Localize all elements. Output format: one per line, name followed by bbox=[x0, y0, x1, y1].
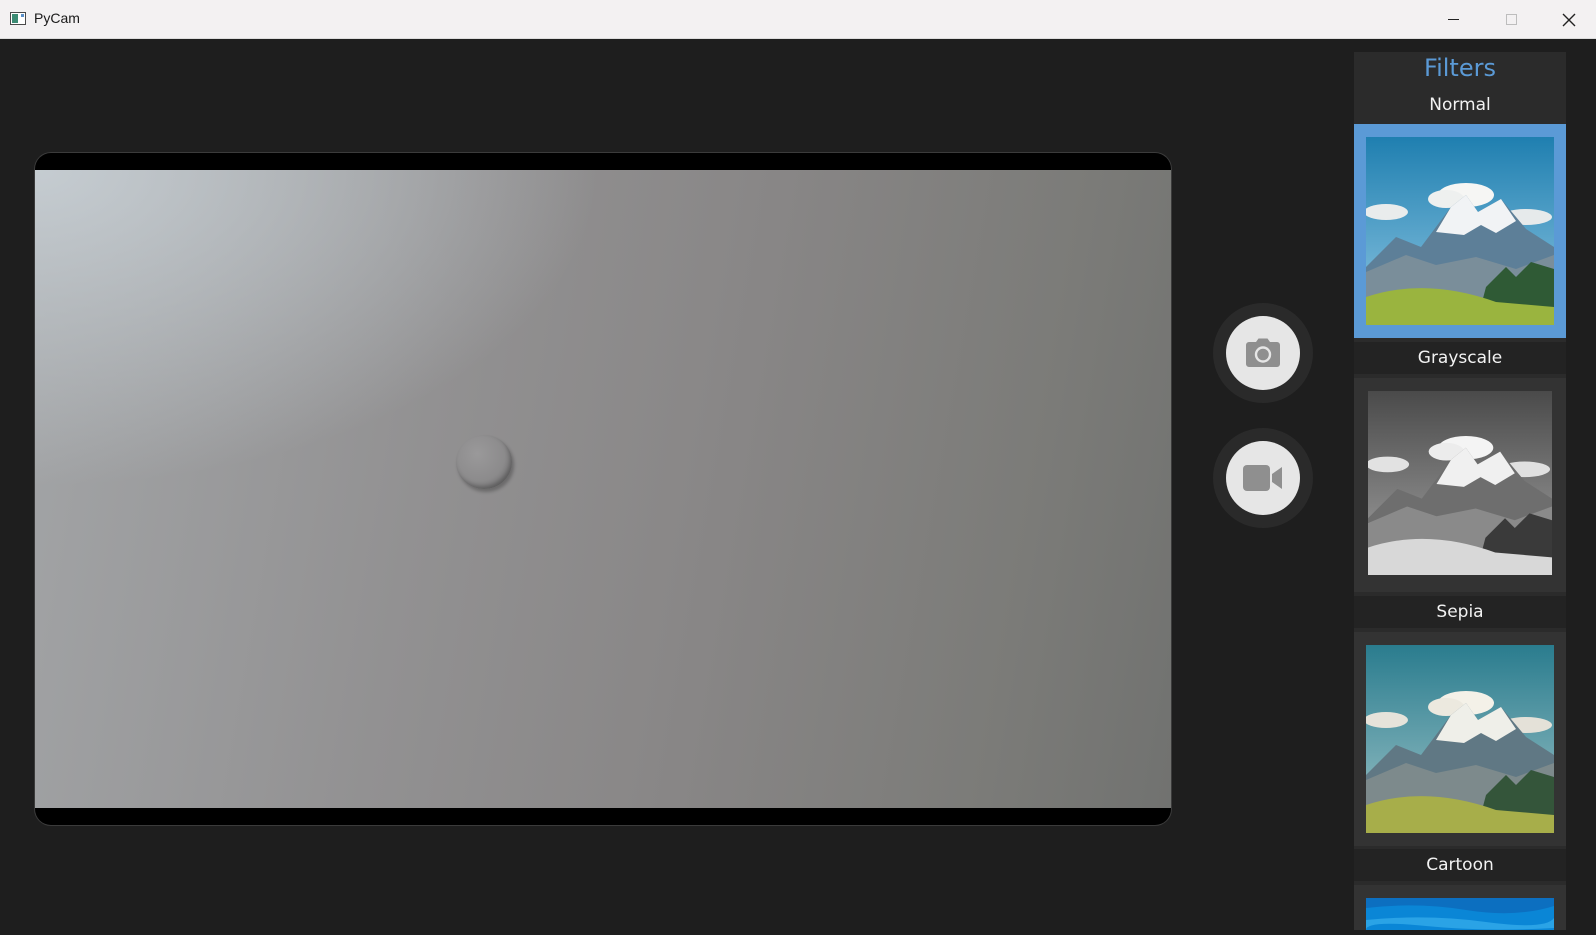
filter-sepia[interactable] bbox=[1354, 632, 1566, 846]
camera-feed bbox=[35, 170, 1171, 808]
minimize-icon bbox=[1447, 19, 1459, 20]
record-video-ring bbox=[1213, 428, 1313, 528]
maximize-button[interactable] bbox=[1482, 0, 1540, 39]
filter-label-grayscale: Grayscale bbox=[1354, 342, 1566, 374]
close-icon bbox=[1562, 13, 1576, 26]
app-icon bbox=[10, 12, 26, 25]
filter-thumbnail-sepia bbox=[1366, 645, 1554, 833]
filter-grayscale[interactable] bbox=[1354, 378, 1566, 592]
minimize-button[interactable] bbox=[1424, 0, 1482, 39]
filter-cartoon[interactable] bbox=[1354, 885, 1566, 930]
filter-thumbnail-cartoon bbox=[1366, 898, 1554, 930]
filter-thumbnail-grayscale bbox=[1368, 391, 1552, 575]
capture-photo-button[interactable] bbox=[1226, 316, 1300, 390]
maximize-icon bbox=[1505, 14, 1517, 25]
video-camera-icon bbox=[1243, 465, 1282, 491]
title-bar[interactable]: PyCam bbox=[0, 0, 1596, 39]
camera-preview bbox=[35, 153, 1171, 825]
filter-normal[interactable] bbox=[1354, 124, 1566, 338]
filter-label-sepia: Sepia bbox=[1354, 596, 1566, 628]
feed-object bbox=[456, 435, 512, 489]
filter-label-cartoon: Cartoon bbox=[1354, 849, 1566, 881]
record-video-button[interactable] bbox=[1226, 441, 1300, 515]
camera-icon bbox=[1246, 338, 1280, 367]
capture-photo-ring bbox=[1213, 303, 1313, 403]
filter-thumbnail-normal bbox=[1366, 137, 1554, 325]
window-title: PyCam bbox=[34, 10, 80, 26]
filters-panel[interactable]: Filters Normal Grayscale Sepia Cartoon bbox=[1354, 52, 1566, 930]
close-button[interactable] bbox=[1540, 0, 1596, 39]
filter-label-normal: Normal bbox=[1429, 95, 1491, 115]
filters-title: Filters bbox=[1424, 54, 1496, 82]
